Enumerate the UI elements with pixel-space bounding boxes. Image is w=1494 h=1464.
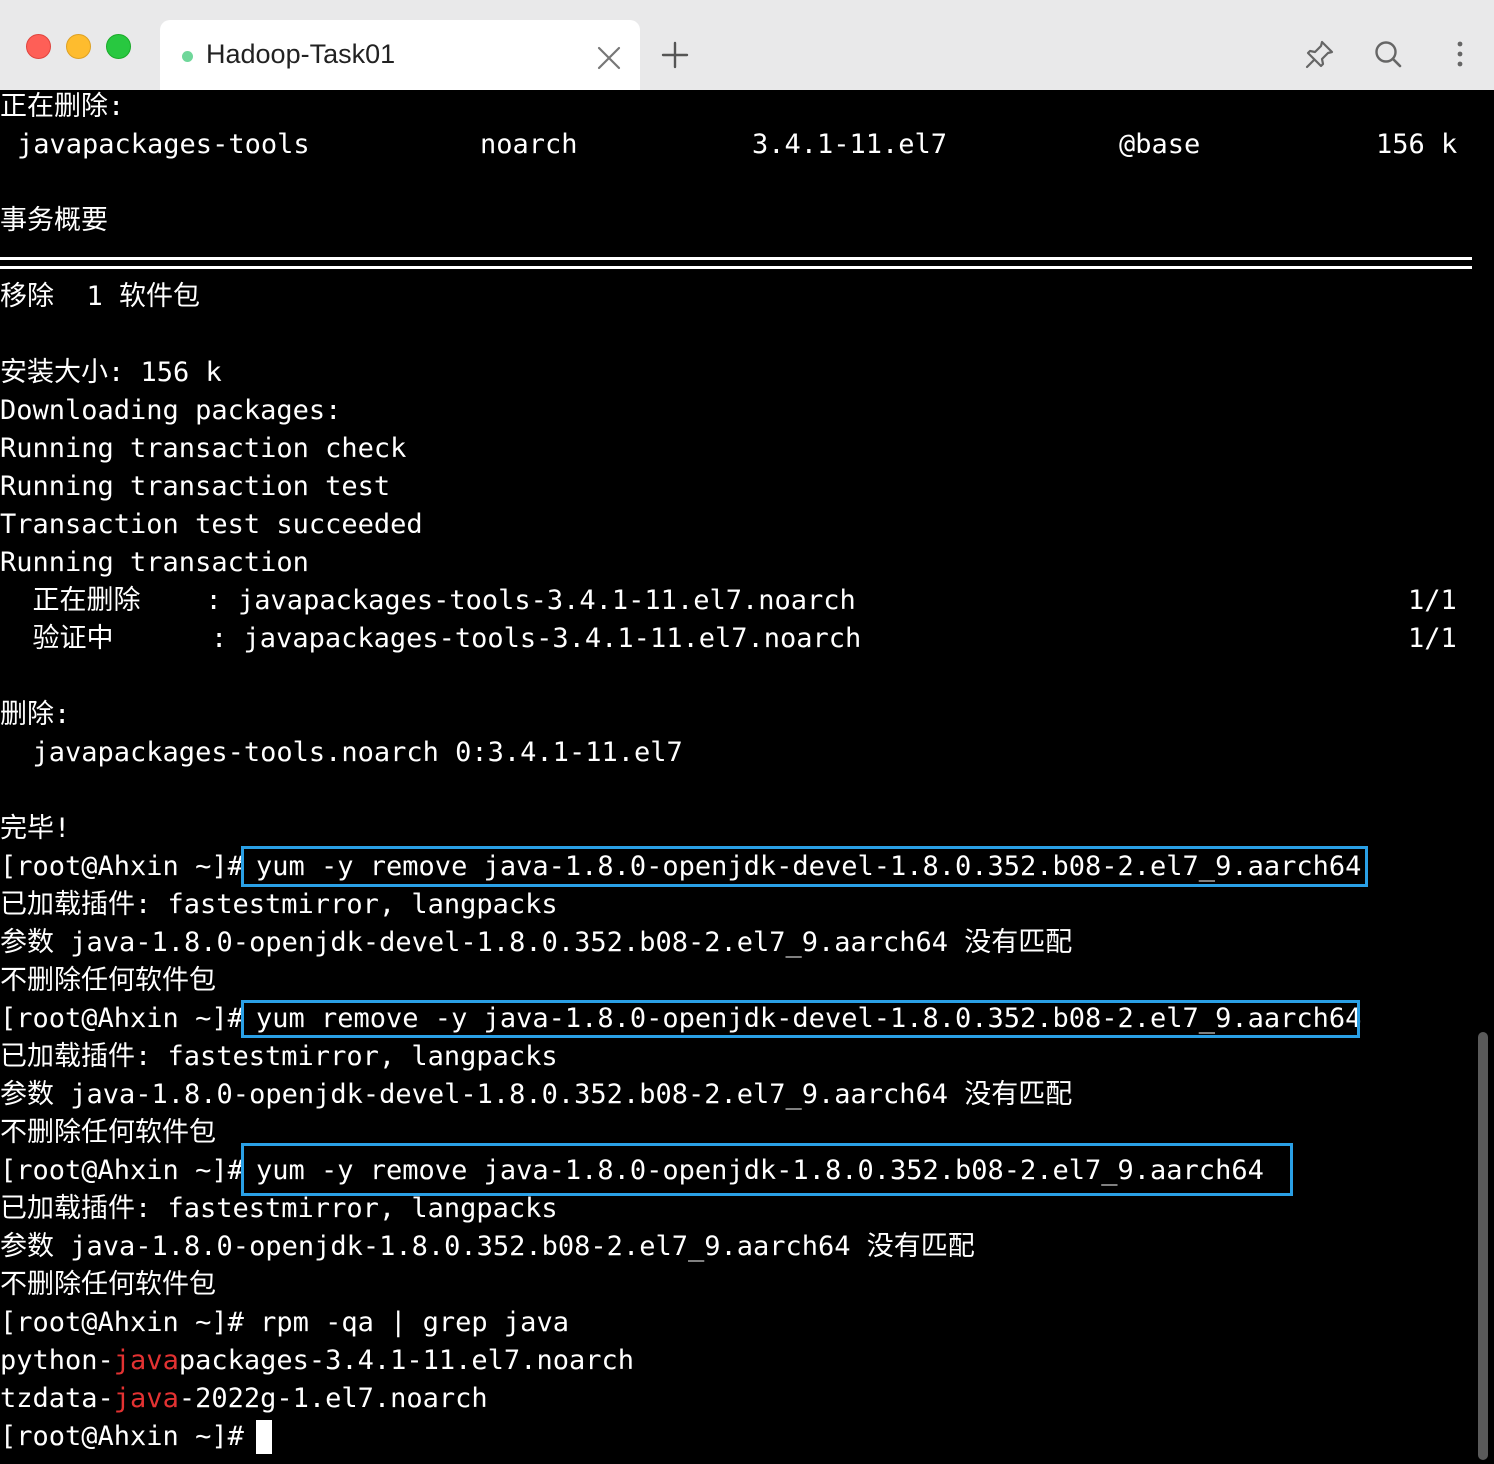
erase-step-label: 正在删除 : javapackages-tools-3.4.1-11.el7.n… — [0, 585, 856, 616]
command-line-5: [root@Ahxin ~]# — [0, 1418, 244, 1456]
maximize-window-button[interactable] — [106, 34, 131, 59]
more-vertical-icon[interactable] — [1444, 38, 1476, 70]
grep-match: java — [113, 1383, 179, 1414]
search-icon[interactable] — [1372, 38, 1404, 70]
tab-hadoop-task01[interactable]: Hadoop-Task01 — [160, 20, 640, 90]
result-suffix: -2022g-1.el7.noarch — [178, 1383, 488, 1414]
command-3-highlight — [241, 1143, 1293, 1196]
command-2-highlight — [241, 1000, 1360, 1038]
no-match-line-3: 参数 java-1.8.0-openjdk-1.8.0.352.b08-2.el… — [0, 1231, 975, 1262]
command-line-3: [root@Ahxin ~]# yum -y remove java-1.8.0… — [0, 1152, 1264, 1190]
text-cursor — [256, 1420, 272, 1454]
transaction-check-line: Running transaction check — [0, 433, 407, 464]
done-line: 完毕! — [0, 813, 71, 844]
terminal-window: Hadoop-Task01 正在删除: javapackages-tools n… — [0, 0, 1494, 1464]
plugins-line-2: 已加载插件: fastestmirror, langpacks — [0, 1041, 558, 1072]
command-line-1: [root@Ahxin ~]# yum -y remove java-1.8.0… — [0, 848, 1361, 886]
no-match-line-1: 参数 java-1.8.0-openjdk-devel-1.8.0.352.b0… — [0, 927, 1073, 958]
no-match-line-2: 参数 java-1.8.0-openjdk-devel-1.8.0.352.b0… — [0, 1079, 1073, 1110]
verify-step-row: 验证中 : javapackages-tools-3.4.1-11.el7.no… — [0, 620, 1494, 658]
transaction-test-line: Running transaction test — [0, 471, 391, 502]
tab-title: Hadoop-Task01 — [206, 39, 396, 69]
summary-header: 事务概要 — [0, 205, 108, 236]
vertical-scrollbar[interactable] — [1478, 1032, 1488, 1460]
package-arch: noarch — [480, 129, 578, 160]
downloading-line: Downloading packages: — [0, 395, 342, 426]
removing-header: 正在删除: — [0, 91, 125, 122]
minimize-window-button[interactable] — [66, 34, 91, 59]
plugins-line-1: 已加载插件: fastestmirror, langpacks — [0, 889, 558, 920]
grep-result-1: python-javapackages-3.4.1-11.el7.noarch — [0, 1342, 634, 1380]
command-1-highlight — [241, 846, 1368, 887]
package-repo: @base — [1119, 129, 1201, 160]
grep-result-2: tzdata-java-2022g-1.el7.noarch — [0, 1380, 488, 1418]
command-line-4: [root@Ahxin ~]# rpm -qa | grep java — [0, 1304, 569, 1342]
title-bar: Hadoop-Task01 — [0, 0, 1494, 90]
shell-prompt: [root@Ahxin ~]# — [0, 1307, 244, 1338]
result-prefix: python- — [0, 1345, 114, 1376]
shell-prompt: [root@Ahxin ~]# — [0, 1421, 244, 1452]
plugins-line-3: 已加载插件: fastestmirror, langpacks — [0, 1193, 558, 1224]
nothing-removed-line-1: 不删除任何软件包 — [0, 965, 216, 996]
shell-prompt: [root@Ahxin ~]# — [0, 1155, 244, 1186]
package-row: javapackages-tools noarch 3.4.1-11.el7 @… — [0, 126, 1494, 164]
result-suffix: packages-3.4.1-11.el7.noarch — [178, 1345, 634, 1376]
shell-prompt: [root@Ahxin ~]# — [0, 851, 244, 882]
package-name: javapackages-tools — [17, 129, 310, 160]
nothing-removed-line-3: 不删除任何软件包 — [0, 1269, 216, 1300]
command-4: rpm -qa | grep java — [243, 1307, 569, 1338]
close-window-button[interactable] — [26, 34, 51, 59]
terminal-output[interactable]: 正在删除: javapackages-tools noarch 3.4.1-11… — [0, 90, 1494, 1464]
erase-step-row: 正在删除 : javapackages-tools-3.4.1-11.el7.n… — [0, 582, 1494, 620]
plus-icon[interactable] — [660, 40, 690, 70]
remove-count: 移除 1 软件包 — [0, 281, 201, 312]
pin-icon[interactable] — [1304, 38, 1336, 70]
close-icon[interactable] — [596, 45, 622, 71]
separator-rule — [0, 257, 1472, 269]
grep-match: java — [113, 1345, 179, 1376]
nothing-removed-line-2: 不删除任何软件包 — [0, 1117, 216, 1148]
erase-step-progress: 1/1 — [1408, 585, 1457, 616]
install-size: 安装大小: 156 k — [0, 357, 222, 388]
result-prefix: tzdata- — [0, 1383, 114, 1414]
removed-item: javapackages-tools.noarch 0:3.4.1-11.el7 — [0, 737, 683, 768]
test-succeeded-line: Transaction test succeeded — [0, 509, 423, 540]
shell-prompt: [root@Ahxin ~]# — [0, 1003, 244, 1034]
command-line-2: [root@Ahxin ~]# yum remove -y java-1.8.0… — [0, 1000, 1361, 1038]
verify-step-progress: 1/1 — [1408, 623, 1457, 654]
removed-header: 删除: — [0, 699, 71, 730]
package-size: 156 k — [1376, 129, 1458, 160]
running-transaction-line: Running transaction — [0, 547, 309, 578]
verify-step-label: 验证中 : javapackages-tools-3.4.1-11.el7.no… — [0, 623, 862, 654]
connection-status-dot — [182, 51, 193, 62]
package-version: 3.4.1-11.el7 — [752, 129, 948, 160]
